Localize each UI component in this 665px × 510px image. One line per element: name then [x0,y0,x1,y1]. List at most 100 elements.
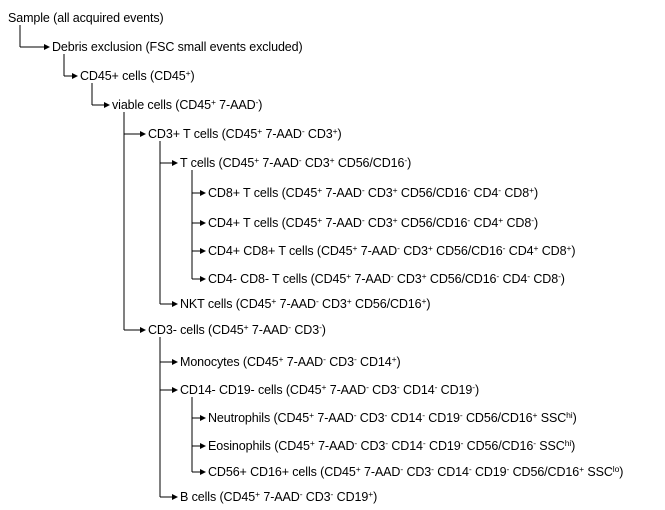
label-text: CD56/CD16 [463,439,534,453]
label-text: T cells (CD45 [180,156,255,170]
label-text: CD14 [399,383,435,397]
gating-hierarchy-diagram: Sample (all acquired events) Debris exclu… [0,0,665,510]
label-text: CD4 [505,244,534,258]
arrowhead-eosino [200,443,206,449]
label-text: 7-AAD [351,272,391,286]
node-cd4cd8: CD4+ CD8+ T cells (CD45+ 7-AAD- CD3+ CD5… [208,243,576,259]
label-text: Neutrophils (CD45 [208,411,310,425]
label-text: Sample (all acquired events) [8,11,164,25]
label-text: CD56/CD16 [397,186,468,200]
node-cd14cd19: CD14- CD19- cells (CD45+ 7-AAD- CD3- CD1… [180,382,479,398]
arrowhead-bcells [172,494,178,500]
label-text: viable cells (CD45 [112,98,211,112]
label-text: SSC [535,439,565,453]
label-text: CD56/CD16 [432,244,503,258]
arrowhead-cd8 [200,190,206,196]
label-text: ) [426,297,431,311]
label-text: CD3 [364,186,393,200]
arrowhead-cd3neg [140,327,146,333]
label-text: Monocytes (CD45 [180,355,279,369]
node-eosino: Eosinophils (CD45+ 7-AAD- CD3- CD14- CD1… [208,438,575,454]
label-text: CD14- CD19- cells (CD45 [180,383,322,397]
label-text: 7-AAD [360,465,401,479]
label-text: 7-AAD [276,297,316,311]
label-text: CD3 [393,272,422,286]
label-text: CD4 [499,272,528,286]
label-text: CD3 [302,490,331,504]
label-text: CD8+ T cells (CD45 [208,186,318,200]
label-text: ) [619,465,624,479]
label-text: CD3 [403,465,432,479]
label-text: 7-AAD [322,216,362,230]
node-cd3neg: CD3- cells (CD45+ 7-AAD- CD3-) [148,322,326,338]
label-text: CD3 [304,127,333,141]
label-text: 7-AAD [262,127,302,141]
label-text: CD3+ T cells (CD45 [148,127,258,141]
arrowhead-tcells [172,160,178,166]
label-text: NKT cells (CD45 [180,297,272,311]
label-text: CD8 [538,244,567,258]
node-cd45: CD45+ cells (CD45+) [80,68,195,84]
label-text: CD56/CD16 [462,411,533,425]
label-text: CD8 [503,216,532,230]
label-text: CD3 [357,439,386,453]
label-text: CD45+ cells (CD45 [80,69,186,83]
label-text: CD3 [356,411,385,425]
arrowhead-viable [104,102,110,108]
label-text: Debris exclusion (FSC small events exclu… [52,40,303,54]
label-text: CD4 [470,186,499,200]
label-text: ) [571,439,576,453]
arrowhead-mono [172,359,178,365]
node-sample: Sample (all acquired events) [8,10,164,26]
arrowhead-cd14cd19 [172,387,178,393]
label-text: CD56+ CD16+ cells (CD45 [208,465,356,479]
label-text: CD3 [325,355,354,369]
label-text: CD4+ CD8+ T cells (CD45 [208,244,353,258]
label-text: CD8 [529,272,559,286]
label-text: ) [533,216,539,230]
label-text: CD56/CD16 [397,216,468,230]
label-text: 7-AAD [215,98,256,112]
label-text: CD56/CD16 [334,156,405,170]
label-text: SSC [584,465,613,479]
arrowhead-cd3pos [140,131,146,137]
node-cd8: CD8+ T cells (CD45+ 7-AAD- CD3+ CD56/CD1… [208,185,538,201]
label-text: ) [474,383,480,397]
label-text: CD8 [500,186,530,200]
node-debris: Debris exclusion (FSC small events exclu… [52,39,303,55]
label-text: ) [258,98,263,112]
label-text: CD3 [318,297,347,311]
label-text: ) [396,355,401,369]
label-text: CD4 [470,216,499,230]
label-text: ) [571,244,576,258]
arrowhead-nkt [172,301,178,307]
label-text: ) [190,69,195,83]
node-viable: viable cells (CD45+ 7-AAD-) [112,97,262,113]
arrowhead-debris [44,44,50,50]
node-neutro: Neutrophils (CD45+ 7-AAD- CD3- CD14- CD1… [208,410,577,426]
arrowhead-cd56cd16 [200,469,206,475]
node-cd4: CD4+ T cells (CD45+ 7-AAD- CD3+ CD56/CD1… [208,215,538,231]
label-text: CD4+ T cells (CD45 [208,216,318,230]
label-text: CD19 [424,411,460,425]
label-text: 7-AAD [283,355,324,369]
arrowhead-neutro [200,415,206,421]
label-text: CD19 [425,439,461,453]
label-text: ) [321,323,326,337]
label-text: 7-AAD [248,323,289,337]
label-text: 7-AAD [260,490,300,504]
label-text: CD3 [368,383,397,397]
node-mono: Monocytes (CD45+ 7-AAD- CD3- CD14+) [180,354,401,370]
arrowhead-cd45 [72,73,78,79]
label-text: B cells (CD45 [180,490,256,504]
label-text: ) [560,272,565,286]
label-text: CD3 [301,156,330,170]
label-text: CD14 [433,465,469,479]
label-text: CD3 [364,216,393,230]
node-nkt: NKT cells (CD45+ 7-AAD- CD3+ CD56/CD16+) [180,296,431,312]
label-text: SSC [537,411,567,425]
label-text: CD56/CD16 [351,297,422,311]
label-text: 7-AAD [326,383,367,397]
label-text: CD3- cells (CD45 [148,323,244,337]
label-text: 7-AAD [322,186,362,200]
